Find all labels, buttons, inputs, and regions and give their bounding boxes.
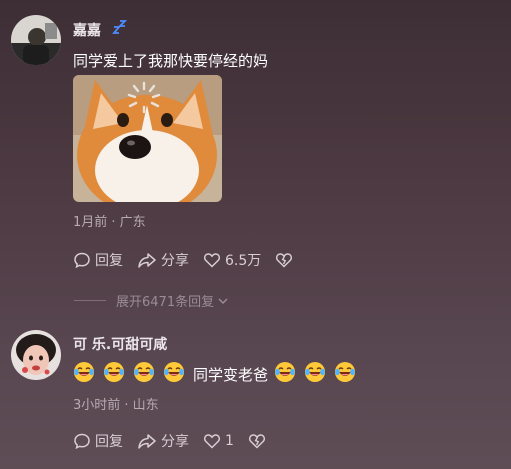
- share-arrow-icon: [138, 434, 156, 449]
- laughing-crying-emoji: [274, 361, 296, 387]
- like-button[interactable]: 1: [203, 432, 234, 450]
- broken-heart-icon: [276, 253, 293, 268]
- heart-icon: [203, 434, 221, 449]
- username[interactable]: 嘉嘉: [73, 20, 101, 40]
- laughing-crying-emoji: [133, 361, 155, 387]
- reply-button[interactable]: 回复: [73, 431, 123, 451]
- avatar[interactable]: [11, 15, 61, 65]
- like-button[interactable]: 6.5万: [203, 250, 261, 270]
- comment-text: 同学变老爸: [193, 365, 269, 384]
- laughing-crying-emoji: [163, 361, 185, 387]
- comment-bubble-icon: [74, 252, 90, 269]
- comment-actions: 回复 分享 6.5万: [73, 249, 311, 271]
- laughing-crying-emoji: [304, 361, 326, 387]
- expand-replies-button[interactable]: 展开6471条回复: [74, 291, 230, 310]
- like-count: 6.5万: [225, 253, 262, 269]
- dislike-button[interactable]: [275, 251, 297, 269]
- share-label: 分享: [161, 434, 189, 450]
- broken-heart-icon: [248, 434, 266, 449]
- laughing-crying-emoji: [103, 361, 125, 387]
- reply-label: 回复: [95, 434, 123, 450]
- laughing-crying-emoji: [73, 361, 95, 387]
- comment-meta: 3小时前 · 山东: [73, 398, 159, 413]
- username[interactable]: 可 乐.可甜可咸: [73, 334, 167, 354]
- share-button[interactable]: 分享: [137, 431, 189, 451]
- corgi-dog-sticker[interactable]: [73, 75, 222, 202]
- divider-line: [74, 300, 106, 301]
- share-button[interactable]: 分享: [137, 250, 189, 270]
- avatar[interactable]: [11, 330, 61, 380]
- chevron-down-icon: [218, 297, 228, 304]
- like-count: 1: [225, 433, 234, 449]
- sleep-zz-icon: [111, 19, 128, 39]
- comment-text: 同学爱上了我那快要停经的妈: [73, 52, 269, 70]
- dislike-button[interactable]: [248, 432, 270, 450]
- comment-bubble-icon: [74, 433, 90, 450]
- expand-replies-label: 展开6471条回复: [116, 295, 215, 310]
- heart-icon: [203, 253, 221, 268]
- comment-text-with-emoji: 同学变老爸: [73, 361, 364, 387]
- laughing-crying-emoji: [334, 361, 356, 387]
- reply-button[interactable]: 回复: [73, 250, 123, 270]
- reply-label: 回复: [95, 253, 123, 269]
- comment-meta: 1月前 · 广东: [73, 215, 146, 230]
- share-label: 分享: [161, 253, 189, 269]
- share-arrow-icon: [138, 253, 156, 268]
- comment-actions: 回复 分享 1: [73, 430, 284, 452]
